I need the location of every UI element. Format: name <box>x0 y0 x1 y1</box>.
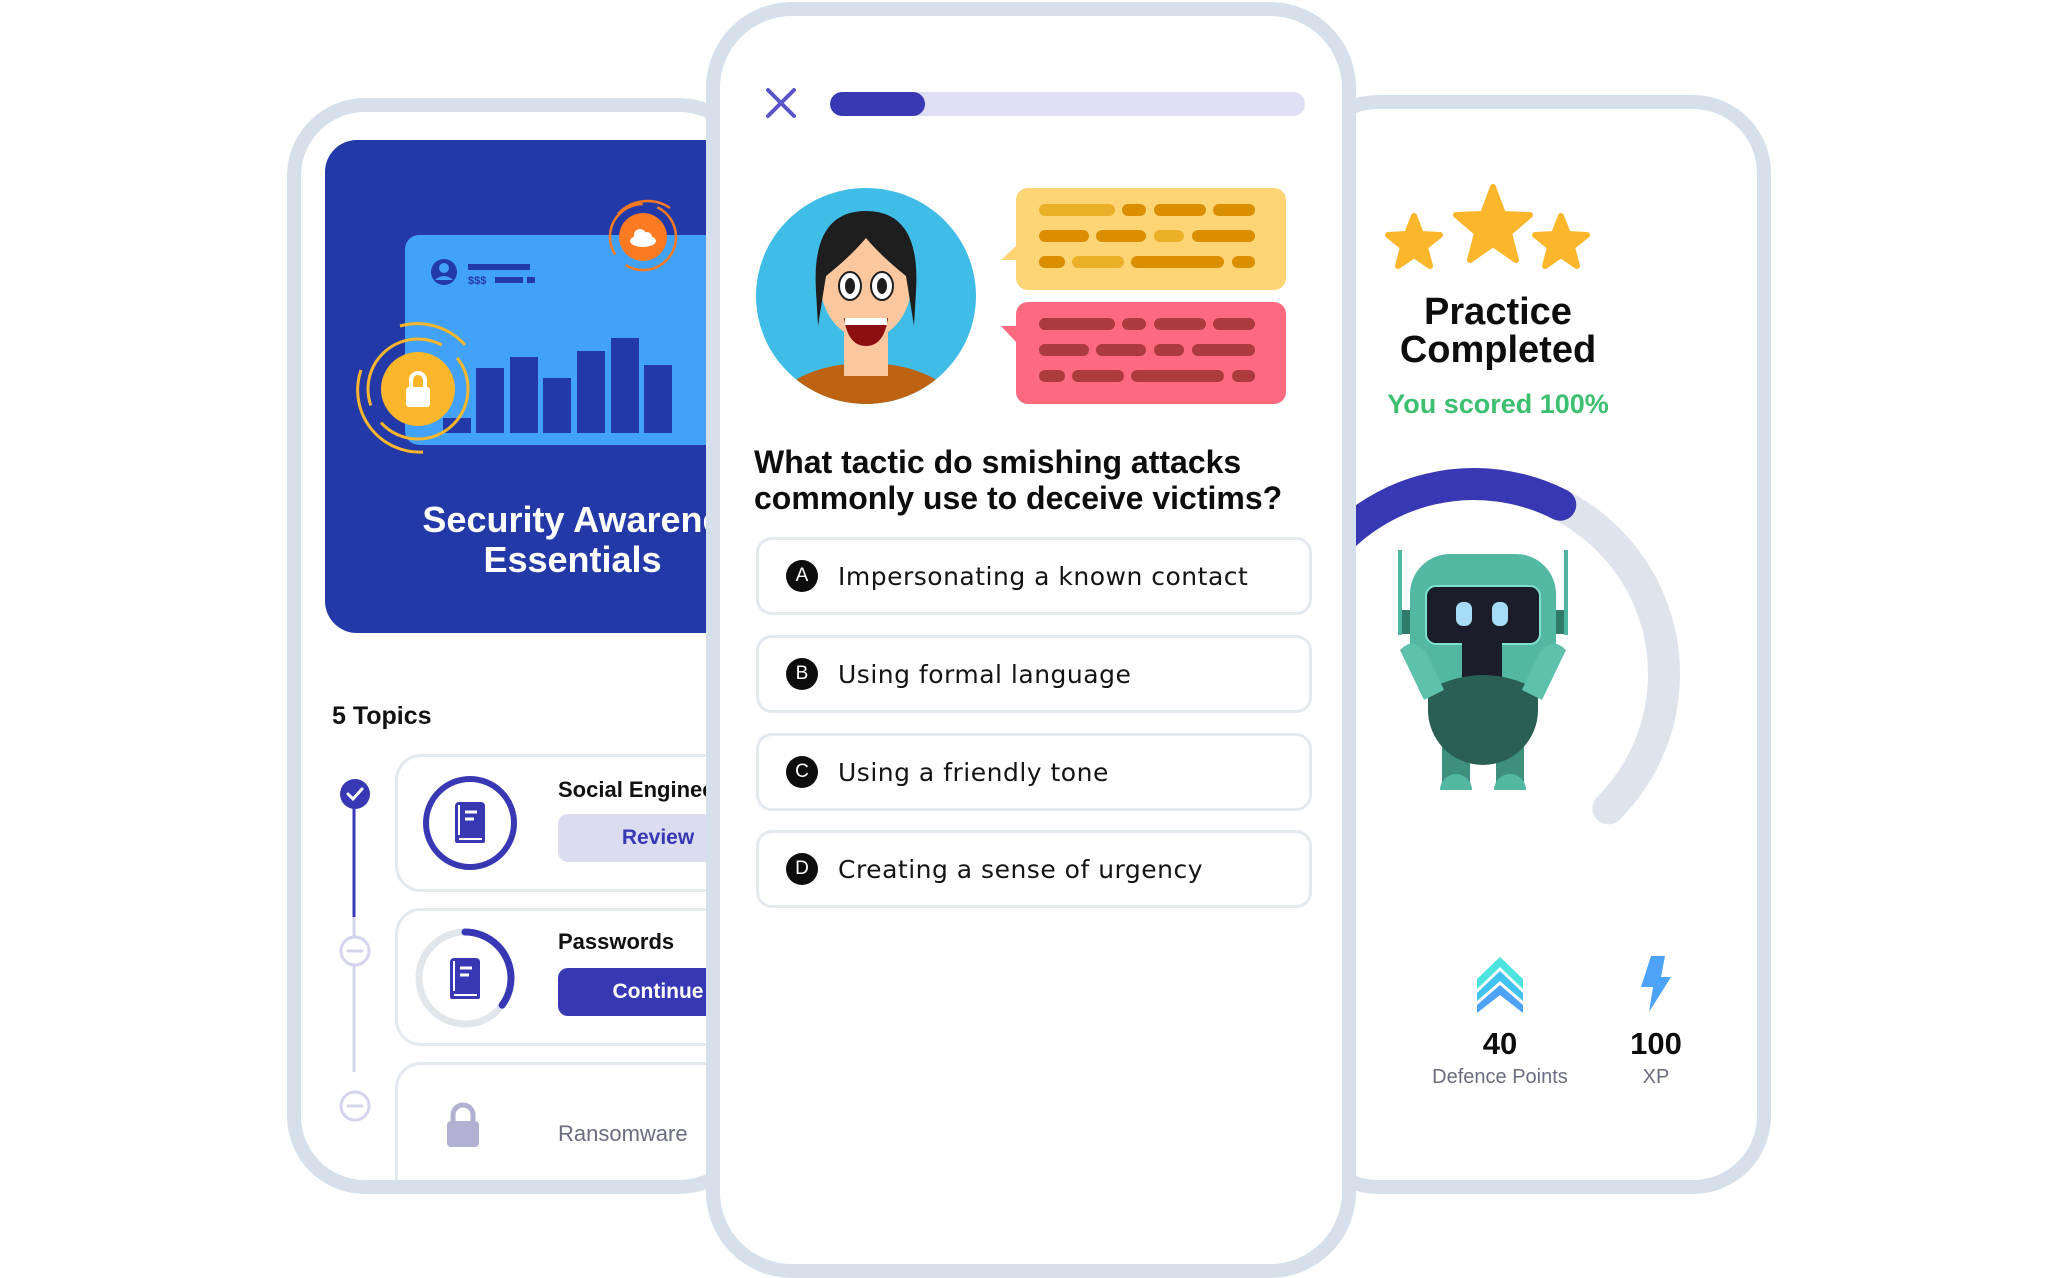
score-text: You scored 100% <box>1387 389 1609 419</box>
chat-illustration <box>756 188 1286 404</box>
person-avatar <box>756 188 976 404</box>
book-progress-icon <box>415 928 515 1028</box>
option-letter-badge: B <box>786 658 818 690</box>
completed-check-icon <box>340 779 370 809</box>
course-title: Security Awarene Essentials <box>325 499 743 580</box>
chevrons-up-icon <box>1477 957 1523 1013</box>
option-letter-badge: C <box>786 756 818 788</box>
course-overview-screen: $$$ Security Awarene Essentials 5 Topics… <box>287 98 757 1194</box>
rating-stars <box>1385 184 1590 269</box>
option-text: Impersonating a known contact <box>838 561 1249 591</box>
option-text: Creating a sense of urgency <box>838 854 1204 884</box>
answer-option-c[interactable]: C Using a friendly tone <box>756 733 1312 811</box>
result-title-line2: Completed <box>1399 329 1597 371</box>
stat-value: 100 <box>1630 1026 1682 1061</box>
option-letter-badge: D <box>786 853 818 885</box>
option-text: Using a friendly tone <box>838 757 1109 787</box>
star-icon <box>1532 213 1590 269</box>
topic-name: Passwords <box>558 929 675 954</box>
result-title: Practice Completed <box>1338 293 1658 369</box>
stat-value: 40 <box>1482 1026 1518 1061</box>
answer-option-a[interactable]: A Impersonating a known contact <box>756 537 1312 615</box>
question-text: What tactic do smishing attacks commonly… <box>754 444 1283 516</box>
pending-step-icon <box>339 1090 371 1122</box>
star-icon <box>1453 184 1533 263</box>
lightning-icon <box>1641 956 1671 1012</box>
topic-card-passwords[interactable]: Passwords Continue <box>395 908 743 1046</box>
quiz-progress-bar <box>830 92 1305 116</box>
results-screen: Practice Completed You scored 100% 40 De… <box>1300 95 1771 1194</box>
lock-icon <box>447 1102 479 1147</box>
topic-name: Social Enginee <box>558 777 715 802</box>
topics-heading: 5 Topics <box>332 702 432 730</box>
topic-card-ransomware[interactable]: Ransomware <box>395 1062 743 1180</box>
message-bubble-yellow <box>1001 188 1286 290</box>
topic-card-social-engineering[interactable]: Social Enginee Review <box>395 754 743 892</box>
topic-timeline <box>352 792 356 1072</box>
answer-option-d[interactable]: D Creating a sense of urgency <box>756 830 1312 908</box>
pending-step-icon <box>339 935 371 967</box>
close-icon[interactable] <box>764 86 798 120</box>
course-title-line1: Security Awarene <box>422 499 723 540</box>
topic-name-locked: Ransomware <box>558 1121 688 1146</box>
dollar-label: $$$ <box>468 275 486 287</box>
robot-mascot <box>1398 550 1568 790</box>
xp-stat: 100 XP <box>1596 955 1716 1089</box>
answer-option-b[interactable]: B Using formal language <box>756 635 1312 713</box>
quiz-screen: What tactic do smishing attacks commonly… <box>706 2 1356 1278</box>
level-progress-ring <box>1314 468 1680 825</box>
result-title-line1: Practice <box>1424 291 1572 333</box>
option-text: Using formal language <box>838 659 1132 689</box>
option-letter-badge: A <box>786 560 818 592</box>
stat-label: Defence Points <box>1432 1066 1568 1088</box>
message-bubble-red <box>1001 302 1286 404</box>
course-title-line2: Essentials <box>483 539 662 580</box>
book-progress-icon <box>423 776 517 870</box>
stat-label: XP <box>1642 1066 1670 1088</box>
quiz-progress-fill <box>830 92 925 116</box>
course-hero-card[interactable]: $$$ Security Awarene Essentials <box>325 140 743 633</box>
defence-points-stat: 40 Defence Points <box>1400 955 1600 1089</box>
star-icon <box>1385 213 1443 269</box>
